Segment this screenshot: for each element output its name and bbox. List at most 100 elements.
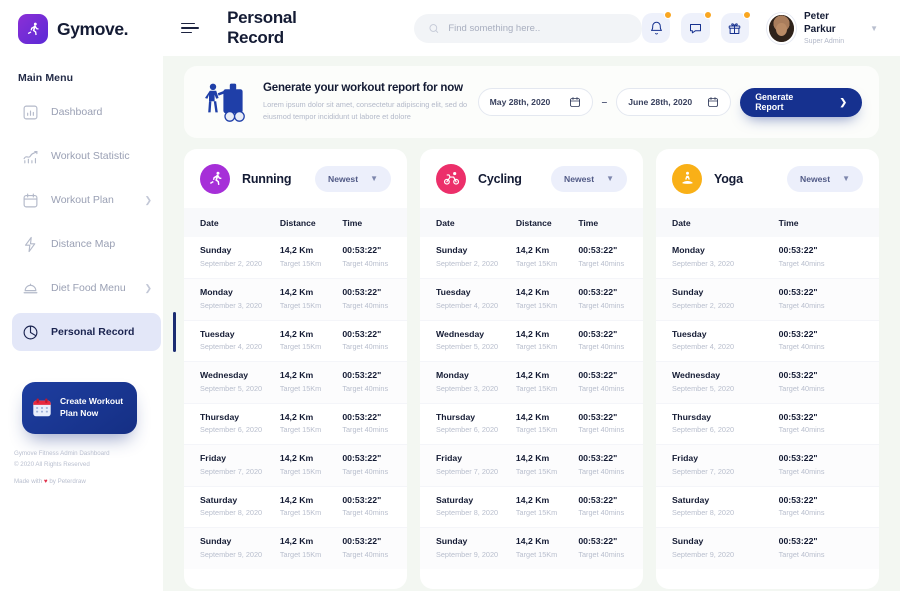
generate-report-button[interactable]: Generate Report ❯ <box>740 87 862 117</box>
row-distance: 14,2 Km <box>515 287 550 298</box>
table-row[interactable]: Tuesday September 4, 2020 00:53:22" Target … <box>656 320 879 362</box>
table-row[interactable]: Sunday September 9, 2020 14,2 Km Target 15K… <box>184 527 407 570</box>
table-row[interactable]: Monday September 3, 2020 00:53:22" Target 4… <box>656 237 879 279</box>
cell-date: Wednesday September 5, 2020 <box>420 320 516 362</box>
banner-title: Generate your workout report for now <box>263 81 463 94</box>
table-row[interactable]: Friday September 7, 2020 14,2 Km Target 15K… <box>420 444 643 487</box>
table-row[interactable]: Tuesday September 4, 2020 14,2 Km Target 15… <box>420 278 643 320</box>
footer-line-2: © 2020 All Rights Reserved <box>14 460 90 468</box>
table-row[interactable]: Sunday September 9, 2020 14,2 Km Target 15K… <box>420 527 643 570</box>
cell-time: 00:53:22" Target 40mins <box>342 362 407 404</box>
cell-date: Thursday September 6, 2020 <box>420 403 516 445</box>
cell-date: Tuesday September 4, 2020 <box>656 320 779 362</box>
table-row[interactable]: Saturday September 8, 2020 00:53:22" Target… <box>656 486 879 528</box>
cell-distance: 14,2 Km Target 15Km <box>280 403 342 445</box>
cell-date: Monday September 3, 2020 <box>184 279 280 321</box>
cell-date: Sunday September 9, 2020 <box>420 528 516 570</box>
row-time-target: Target 40mins <box>342 550 389 560</box>
menu-section-label: Main Menu <box>18 72 74 84</box>
row-date: September 7, 2020 <box>436 466 499 476</box>
row-time: 00:53:22" <box>778 328 818 339</box>
row-date: September 5, 2020 <box>200 383 263 393</box>
table-row[interactable]: Sunday September 9, 2020 00:53:22" Target 4… <box>656 527 879 570</box>
sort-dropdown[interactable]: Newest ▼ <box>314 165 391 192</box>
table-row[interactable]: Thursday September 6, 2020 14,2 Km Target 1… <box>184 403 407 445</box>
calendar-icon <box>708 97 719 107</box>
search-box[interactable] <box>413 13 642 43</box>
cell-date: Thursday September 6, 2020 <box>656 403 779 445</box>
promo-line-1: Create Workout <box>60 396 124 407</box>
table-row[interactable]: Tuesday September 4, 2020 14,2 Km Target 15… <box>184 320 407 362</box>
row-distance: 14,2 Km <box>515 328 550 339</box>
column-header-date: Date <box>436 217 455 228</box>
table-row[interactable]: Thursday September 6, 2020 14,2 Km Target 1… <box>420 403 643 445</box>
table-row[interactable]: Wednesday September 5, 2020 00:53:22" Targe… <box>656 361 879 403</box>
sidebar-item-label: Diet Food Menu <box>51 282 126 294</box>
table-row[interactable]: Sunday September 2, 2020 14,2 Km Target 15K… <box>184 237 407 279</box>
date-to-field[interactable]: June 28th, 2020 <box>616 88 732 116</box>
sidebar-item-personal-record[interactable]: Personal Record <box>12 312 176 352</box>
row-distance: 14,2 Km <box>279 245 314 256</box>
row-date: September 2, 2020 <box>436 259 499 269</box>
cell-date: Monday September 3, 2020 <box>656 237 779 279</box>
gifts-button[interactable] <box>720 11 752 43</box>
row-day: Sunday <box>672 287 704 298</box>
cell-date: Friday September 7, 2020 <box>420 445 516 487</box>
cell-time: 00:53:22" Target 40mins <box>779 445 879 487</box>
cell-time: 00:53:22" Target 40mins <box>342 528 407 570</box>
sort-dropdown[interactable]: Newest ▼ <box>786 165 863 192</box>
sidebar-item-dashboard[interactable]: Dashboard <box>12 93 161 131</box>
table-body: Sunday September 2, 2020 14,2 Km Target 15K… <box>184 237 407 569</box>
row-date: September 8, 2020 <box>436 508 499 518</box>
search-icon <box>429 23 438 33</box>
cell-time: 00:53:22" Target 40mins <box>578 237 643 279</box>
create-workout-plan-button[interactable]: Create Workout Plan Now <box>22 382 137 434</box>
user-menu[interactable]: Peter Parkur Super Admin ▼ <box>767 10 878 46</box>
cell-time: 00:53:22" Target 40mins <box>779 528 879 570</box>
promo-line-2: Plan Now <box>60 408 99 418</box>
sidebar-item-workout-statistic[interactable]: Workout Statistic <box>12 137 161 175</box>
row-distance-target: Target 15Km <box>515 383 558 393</box>
row-date: September 9, 2020 <box>672 550 735 560</box>
table-row[interactable]: Monday September 3, 2020 14,2 Km Target 15K… <box>184 278 407 321</box>
table-row[interactable]: Saturday September 8, 2020 14,2 Km Target 1… <box>184 486 407 528</box>
table-row[interactable]: Monday September 3, 2020 14,2 Km Target 15K… <box>420 361 643 403</box>
table-row[interactable]: Wednesday September 5, 2020 14,2 Km Target … <box>420 320 643 362</box>
search-input[interactable] <box>448 22 628 34</box>
gift-badge <box>743 11 752 19</box>
notifications-button[interactable] <box>642 11 673 43</box>
row-distance-target: Target 15Km <box>515 300 558 310</box>
column-header-time: Time <box>778 217 799 228</box>
table-row[interactable]: Saturday September 8, 2020 14,2 Km Target 1… <box>420 486 643 528</box>
sidebar-item-label: Distance Map <box>51 238 116 250</box>
cell-time: 00:53:22" Target 40mins <box>578 403 643 445</box>
sidebar-item-distance-map[interactable]: Distance Map <box>12 225 161 263</box>
row-day: Sunday <box>436 536 468 547</box>
date-from-field[interactable]: May 28th, 2020 <box>477 88 593 116</box>
runner-icon <box>27 22 39 36</box>
cell-time: 00:53:22" Target 40mins <box>342 445 407 487</box>
row-distance: 14,2 Km <box>279 411 314 422</box>
table-row[interactable]: Sunday September 2, 2020 14,2 Km Target 15K… <box>420 237 643 279</box>
row-time-target: Target 40mins <box>778 342 825 352</box>
hamburger-icon[interactable] <box>181 21 200 35</box>
table-header-row: Date Distance Time <box>184 208 407 237</box>
sort-dropdown[interactable]: Newest ▼ <box>550 165 627 192</box>
row-day: Saturday <box>672 494 710 505</box>
sort-value: Newest <box>327 173 359 184</box>
row-time-target: Target 40mins <box>778 383 825 393</box>
bell-icon <box>650 21 662 34</box>
table-row[interactable]: Friday September 7, 2020 14,2 Km Target 15K… <box>184 444 407 487</box>
table-row[interactable]: Wednesday September 5, 2020 14,2 Km Target … <box>184 361 407 404</box>
table-row[interactable]: Sunday September 2, 2020 00:53:22" Target 4… <box>656 278 879 320</box>
table-row[interactable]: Friday September 7, 2020 00:53:22" Target 4… <box>656 444 879 487</box>
row-time: 00:53:22" <box>778 245 818 256</box>
chevron-down-icon: ▼ <box>370 174 378 183</box>
messages-button[interactable] <box>681 11 712 43</box>
sidebar-item-workout-plan[interactable]: Workout Plan ❯ <box>12 181 161 219</box>
cell-date: Sunday September 9, 2020 <box>184 528 280 570</box>
sidebar-item-diet-food-menu[interactable]: Diet Food Menu ❯ <box>12 269 161 307</box>
brand[interactable]: Gymove. <box>0 0 163 44</box>
row-distance: 14,2 Km <box>279 328 314 339</box>
table-row[interactable]: Thursday September 6, 2020 00:53:22" Target… <box>656 403 879 445</box>
